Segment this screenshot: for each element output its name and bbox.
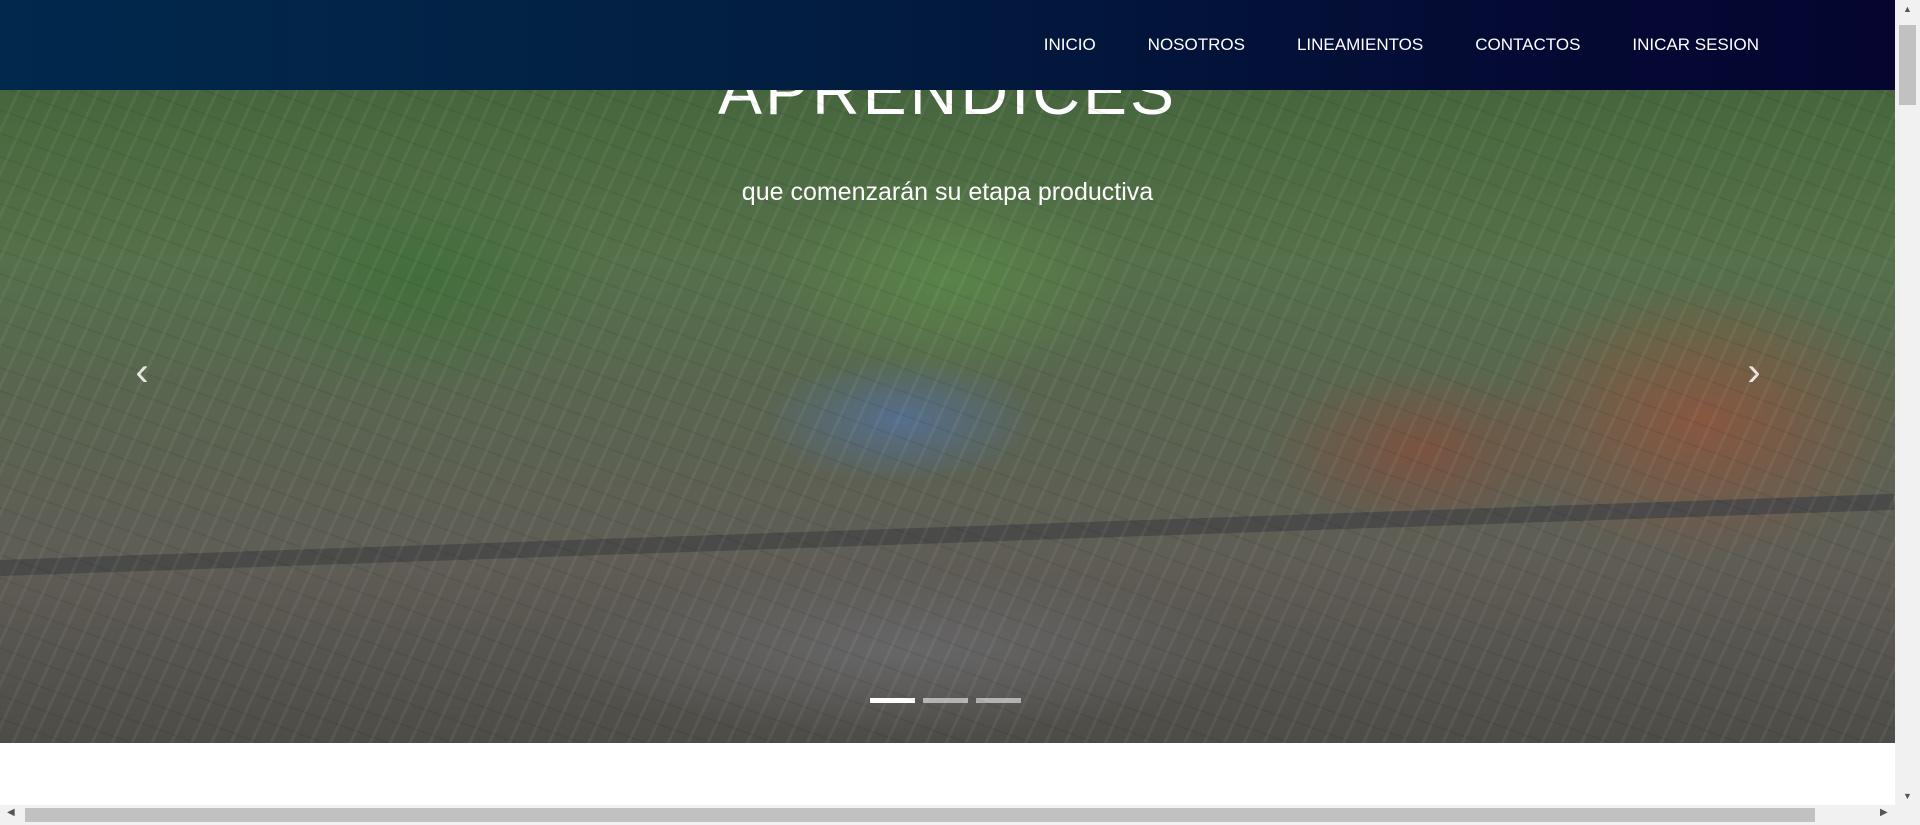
nav-link-inicio[interactable]: INICIO — [1044, 35, 1096, 55]
scroll-left-icon[interactable]: ◀ — [7, 807, 15, 818]
carousel-indicator-1[interactable] — [870, 698, 915, 703]
nav-link-lineamientos[interactable]: LINEAMIENTOS — [1297, 35, 1423, 55]
top-navbar: INICIO NOSOTROS LINEAMIENTOS CONTACTOS I… — [0, 0, 1895, 90]
vertical-scroll-thumb[interactable] — [1899, 25, 1916, 105]
nav-menu: INICIO NOSOTROS LINEAMIENTOS CONTACTOS I… — [1044, 35, 1759, 55]
carousel-indicators — [870, 698, 1021, 703]
hero-background-road — [0, 493, 1895, 576]
nav-link-iniciar-sesion[interactable]: INICAR SESION — [1632, 35, 1759, 55]
scroll-right-icon[interactable]: ▶ — [1880, 807, 1888, 818]
hero-subtitle: que comenzarán su etapa productiva — [741, 178, 1154, 206]
horizontal-scroll-thumb[interactable] — [25, 808, 1815, 822]
horizontal-scrollbar[interactable]: ◀ ▶ — [0, 805, 1920, 825]
hero-carousel: APRENDICES que comenzarán su etapa produ… — [0, 0, 1895, 743]
carousel-next-icon[interactable]: › — [1734, 350, 1774, 395]
vertical-scrollbar[interactable]: ▲ ▼ — [1895, 0, 1920, 805]
carousel-prev-icon[interactable]: ‹ — [122, 350, 162, 395]
nav-link-nosotros[interactable]: NOSOTROS — [1148, 35, 1245, 55]
carousel-indicator-2[interactable] — [923, 698, 968, 703]
scroll-up-icon[interactable]: ▲ — [1895, 4, 1920, 14]
scroll-down-icon[interactable]: ▼ — [1895, 791, 1920, 801]
carousel-indicator-3[interactable] — [976, 698, 1021, 703]
nav-link-contactos[interactable]: CONTACTOS — [1475, 35, 1580, 55]
